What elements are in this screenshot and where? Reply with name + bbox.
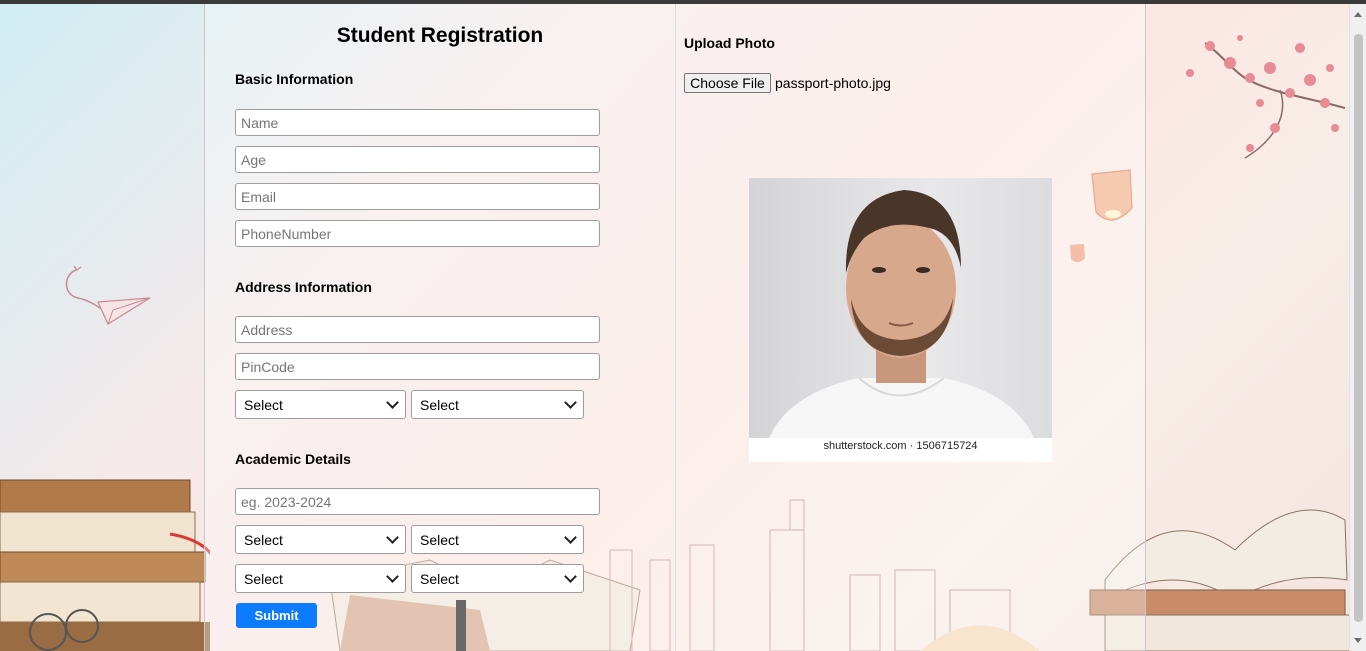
basic-information-heading: Basic Information bbox=[235, 71, 354, 87]
portrait-person-icon bbox=[769, 190, 1034, 438]
scrollbar-thumb[interactable] bbox=[1354, 34, 1363, 622]
academic-select-2-value: Select bbox=[420, 531, 459, 548]
age-input[interactable] bbox=[235, 146, 600, 173]
cherry-blossom-illustration bbox=[1186, 35, 1346, 159]
chevron-down-icon bbox=[564, 396, 577, 409]
submit-button[interactable]: Submit bbox=[236, 603, 317, 628]
scroll-down-arrow-icon[interactable] bbox=[1354, 638, 1362, 643]
chevron-down-icon bbox=[386, 396, 399, 409]
academic-select-2[interactable]: Select bbox=[411, 525, 584, 554]
chevron-down-icon bbox=[386, 531, 399, 544]
academic-select-4[interactable]: Select bbox=[411, 564, 584, 593]
chevron-down-icon bbox=[386, 570, 399, 583]
address-information-heading: Address Information bbox=[235, 279, 372, 295]
choose-file-button[interactable]: Choose File bbox=[684, 73, 771, 93]
scroll-up-arrow-icon[interactable] bbox=[1354, 12, 1362, 17]
academic-select-3[interactable]: Select bbox=[235, 564, 406, 593]
address-select-2[interactable]: Select bbox=[411, 390, 584, 419]
image-watermark: shutterstock.com · 1506715724 bbox=[823, 440, 978, 452]
address-input[interactable] bbox=[235, 316, 600, 343]
academic-select-1-value: Select bbox=[244, 531, 283, 548]
academic-details-heading: Academic Details bbox=[235, 451, 351, 467]
chevron-down-icon bbox=[564, 531, 577, 544]
paper-plane-illustration bbox=[65, 265, 151, 325]
academic-year-input[interactable] bbox=[235, 488, 600, 515]
pincode-input[interactable] bbox=[235, 353, 600, 380]
email-input[interactable] bbox=[235, 183, 600, 210]
chevron-down-icon bbox=[564, 570, 577, 583]
books-left-illustration bbox=[0, 479, 210, 651]
vertical-scrollbar[interactable] bbox=[1349, 4, 1366, 651]
address-select-1-value: Select bbox=[244, 396, 283, 413]
upload-photo-heading: Upload Photo bbox=[684, 35, 775, 51]
selected-file-name: passport-photo.jpg bbox=[775, 75, 891, 91]
portrait-image bbox=[749, 178, 1052, 438]
name-input[interactable] bbox=[235, 109, 600, 136]
academic-select-1[interactable]: Select bbox=[235, 525, 406, 554]
photo-upload-panel: Upload Photo Choose File passport-photo.… bbox=[674, 4, 1146, 651]
academic-select-3-value: Select bbox=[244, 570, 283, 587]
page-title: Student Registration bbox=[336, 24, 544, 47]
photo-preview: shutterstock.com · 1506715724 bbox=[749, 178, 1052, 462]
academic-select-4-value: Select bbox=[420, 570, 459, 587]
address-select-2-value: Select bbox=[420, 396, 459, 413]
address-select-1[interactable]: Select bbox=[235, 390, 406, 419]
phone-number-input[interactable] bbox=[235, 220, 600, 247]
registration-form-panel: Student Registration Basic Information A… bbox=[204, 4, 676, 651]
